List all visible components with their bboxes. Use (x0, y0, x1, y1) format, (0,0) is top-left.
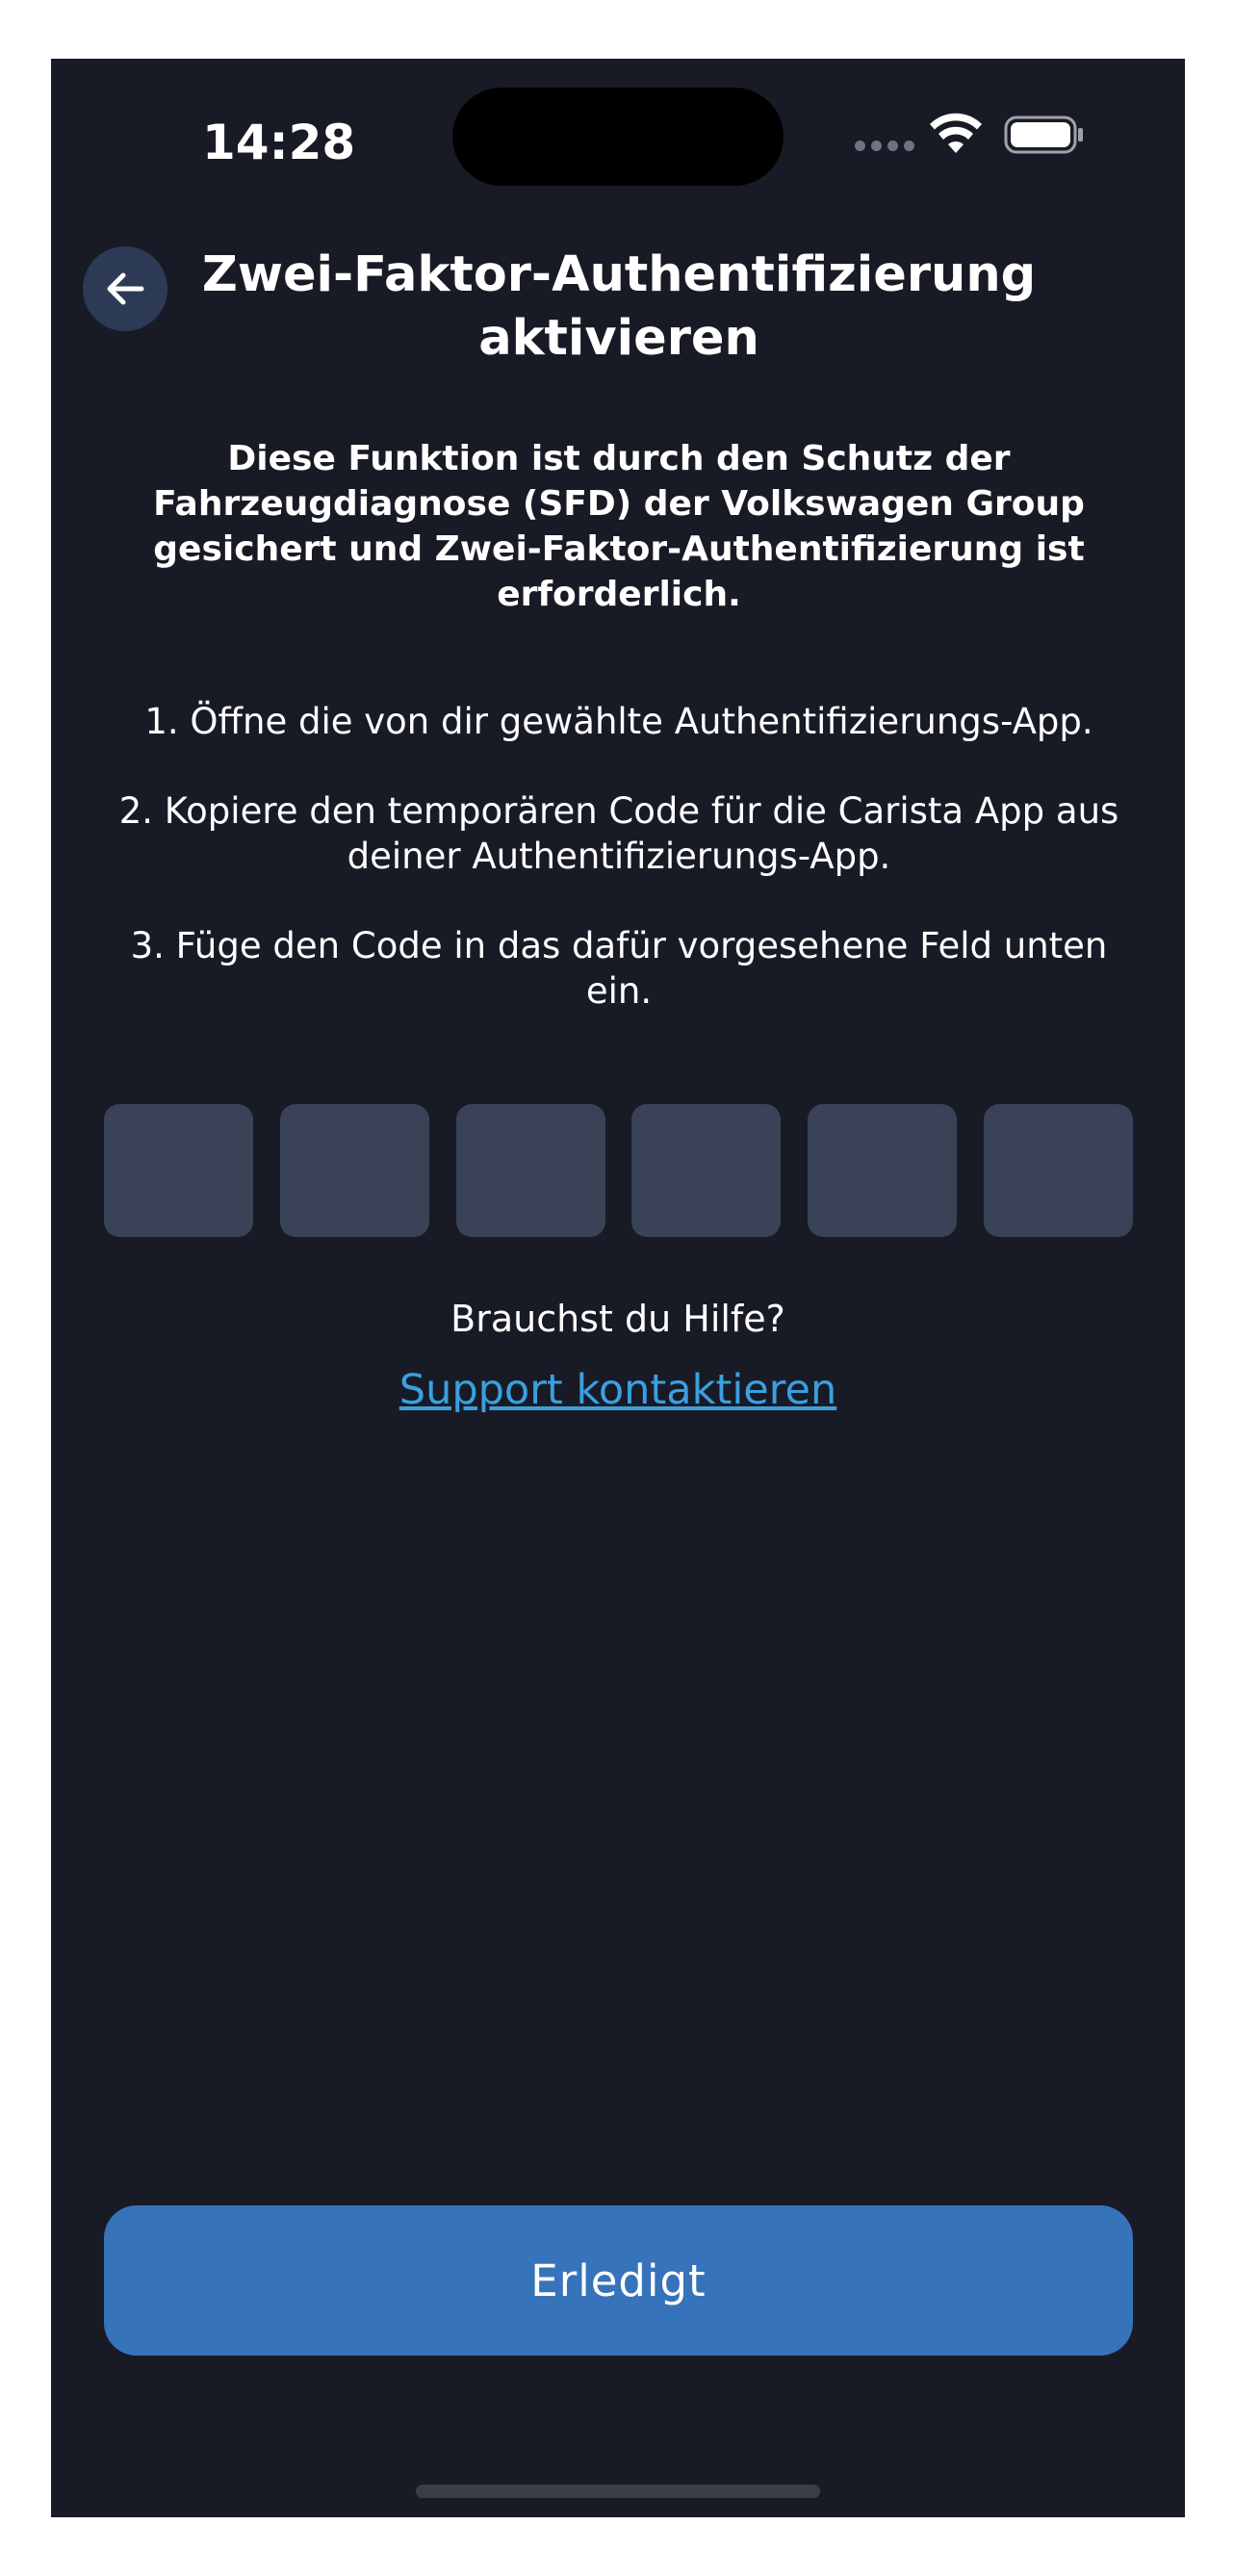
help-question: Brauchst du Hilfe? (450, 1298, 785, 1340)
code-digit-6[interactable] (983, 1104, 1133, 1237)
step-2: 2. Kopiere den temporären Code für die C… (118, 790, 1119, 877)
page-title: Zwei-Faktor-Authentifizierung aktivieren (201, 246, 1037, 367)
step-1: 1. Öffne die von dir gewählte Authentifi… (144, 701, 1093, 742)
arrow-left-icon (107, 272, 144, 305)
app-screen: 14:28 Zwei-Faktor-Authentifizierung akti… (51, 59, 1185, 2517)
battery-icon (1004, 116, 1083, 154)
dynamic-island (452, 88, 784, 186)
home-indicator (416, 2485, 820, 2498)
sfd-notice: Diese Funktion ist durch den Schutz der … (153, 439, 1085, 614)
wifi-icon (930, 113, 982, 153)
status-time: 14:28 (202, 115, 356, 170)
code-digit-4[interactable] (631, 1104, 782, 1237)
code-digit-5[interactable] (808, 1104, 958, 1237)
step-3: 3. Füge den Code in das dafür vorgesehen… (130, 925, 1108, 1012)
support-link[interactable]: Support kontaktieren (399, 1366, 836, 1414)
done-button[interactable]: Erledigt (104, 2205, 1133, 2356)
code-digit-2[interactable] (279, 1104, 429, 1237)
cellular-signal-icon (855, 141, 916, 154)
support-link-container: Support kontaktieren (51, 1362, 1185, 1418)
code-input-row (104, 1104, 1133, 1237)
back-button[interactable] (83, 246, 167, 331)
code-digit-1[interactable] (104, 1104, 253, 1237)
instruction-steps: 1. Öffne die von dir gewählte Authentifi… (109, 699, 1129, 1058)
code-digit-3[interactable] (455, 1104, 605, 1237)
